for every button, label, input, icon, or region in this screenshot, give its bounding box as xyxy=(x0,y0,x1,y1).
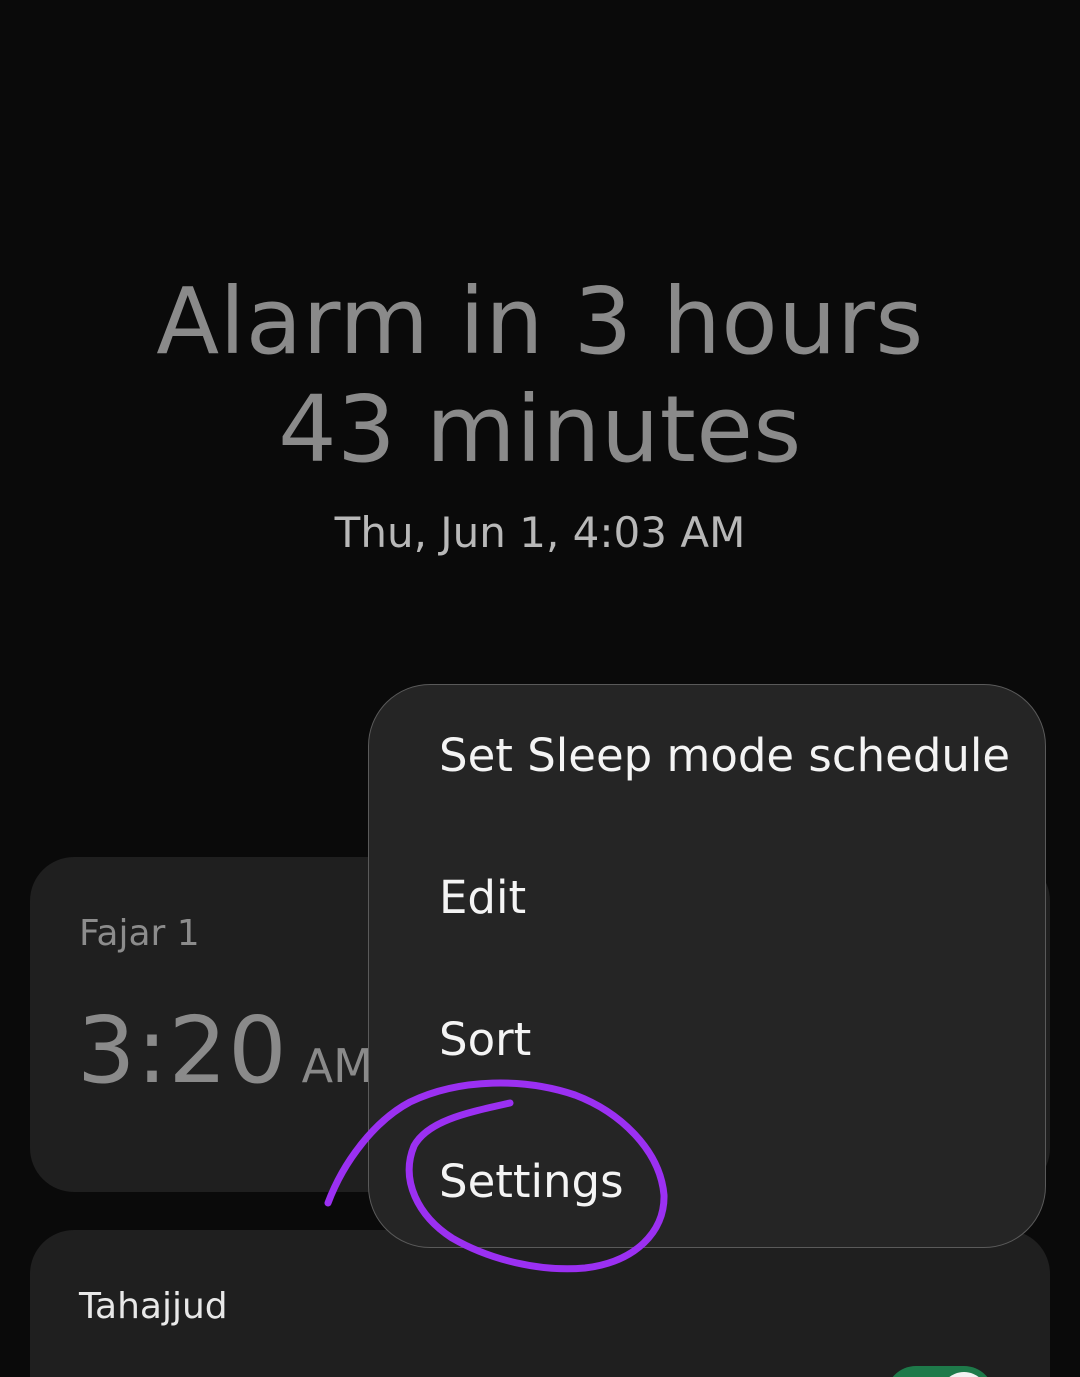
toggle-knob xyxy=(940,1372,988,1377)
alarm-card-tahajjud[interactable]: Tahajjud xyxy=(30,1230,1050,1377)
alarm-toggle[interactable] xyxy=(886,1366,994,1377)
countdown-title: Alarm in 3 hours 43 minutes xyxy=(0,268,1080,484)
menu-item-set-sleep-mode-schedule[interactable]: Set Sleep mode schedule xyxy=(439,729,1010,782)
menu-item-settings[interactable]: Settings xyxy=(439,1155,624,1208)
next-alarm-header: Alarm in 3 hours 43 minutes Thu, Jun 1, … xyxy=(0,268,1080,557)
overflow-menu: Set Sleep mode schedule Edit Sort Settin… xyxy=(368,684,1046,1248)
alarm-time-value: 3:20 xyxy=(77,997,288,1104)
alarm-time-ampm: AM xyxy=(301,1039,373,1093)
clock-app-screen: Alarm in 3 hours 43 minutes Thu, Jun 1, … xyxy=(0,0,1080,1377)
next-alarm-datetime: Thu, Jun 1, 4:03 AM xyxy=(334,508,746,557)
countdown-line-2: 43 minutes xyxy=(278,376,802,483)
alarm-name: Fajar 1 xyxy=(79,913,200,954)
countdown-line-1: Alarm in 3 hours xyxy=(156,268,924,375)
alarm-name: Tahajjud xyxy=(79,1286,228,1327)
alarm-time: 3:20 AM xyxy=(77,997,373,1104)
menu-item-edit[interactable]: Edit xyxy=(439,871,526,924)
menu-item-sort[interactable]: Sort xyxy=(439,1013,531,1066)
